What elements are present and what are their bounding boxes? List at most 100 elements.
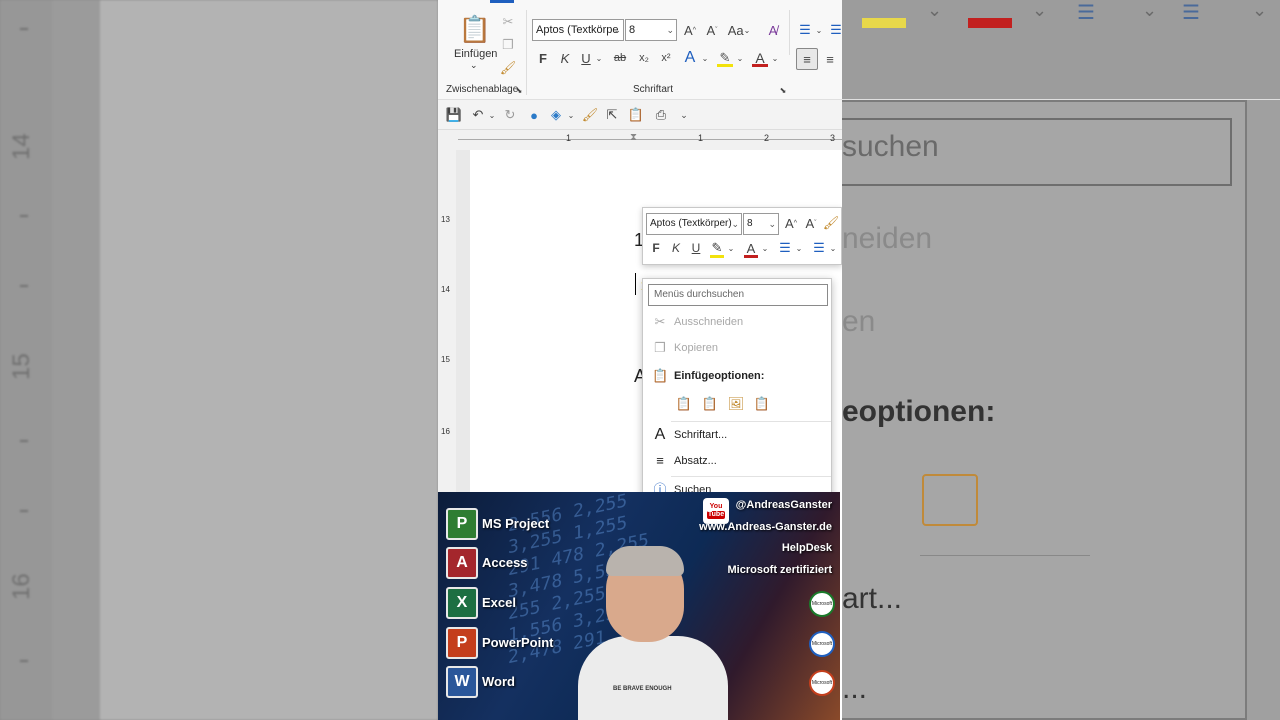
chevron-down-icon[interactable]: ⌄: [470, 60, 478, 71]
ruler-tick-label: 3: [830, 133, 836, 143]
shrink-font-icon[interactable]: Aˇ: [704, 20, 720, 40]
bold-button[interactable]: F: [536, 48, 550, 68]
paste-keep-formatting-icon[interactable]: 📋: [675, 394, 693, 414]
shrink-font-icon[interactable]: Aˇ: [803, 214, 819, 232]
ruler-tick-label: 14: [441, 285, 450, 294]
ruler-tick-label: 1: [698, 133, 704, 143]
font-name-combo[interactable]: Aptos (Textkörpe ⌄: [532, 19, 624, 41]
ruler-tick: [20, 28, 28, 30]
chevron-down-icon[interactable]: ⌄: [814, 20, 824, 40]
undo-icon[interactable]: ↶: [470, 106, 486, 124]
mini-underline-button[interactable]: U: [689, 239, 703, 257]
format-painter-icon[interactable]: 🖌: [500, 60, 517, 76]
mini-italic-button[interactable]: K: [669, 239, 683, 257]
app-entry: P PowerPoint: [446, 627, 616, 661]
chevron-down-icon[interactable]: ⌄: [487, 106, 497, 124]
shapes-icon[interactable]: ◈: [548, 106, 564, 124]
numbered-list-icon: ☰: [1182, 2, 1200, 24]
chevron-down-icon[interactable]: ⌄: [566, 106, 576, 124]
align-left-button[interactable]: ≡: [796, 48, 818, 70]
highlight-color-swatch: [862, 18, 906, 28]
copy-label: Kopieren: [674, 342, 719, 354]
circle-shape-icon[interactable]: ●: [526, 106, 542, 124]
save-icon[interactable]: 💾: [446, 106, 462, 124]
app-name: Access: [482, 555, 528, 570]
chevron-down-icon: ⌄: [666, 25, 674, 35]
font-size-combo[interactable]: 8 ⌄: [625, 19, 677, 41]
clipboard-icon[interactable]: 📋: [459, 14, 491, 44]
format-painter-icon[interactable]: 🖌: [582, 106, 599, 124]
clipboard-check-icon[interactable]: 📋: [628, 106, 644, 124]
chevron-down-icon[interactable]: ⌄: [828, 239, 838, 257]
subscript-button[interactable]: x₂: [636, 48, 652, 68]
numbered-list-icon[interactable]: ☰: [830, 20, 842, 40]
text-effects-icon[interactable]: A: [681, 48, 699, 68]
superscript-button[interactable]: x²: [658, 48, 674, 68]
presenter-video-overlay: 2,556 2,255 3,255 1,255 291 478 2,255 3,478…: [438, 492, 840, 720]
chevron-down-icon: ⌄: [1252, 0, 1268, 20]
cut-menu-item[interactable]: ✂ Ausschneiden: [643, 310, 833, 334]
paste-text-only-icon[interactable]: 📋: [753, 394, 771, 414]
chevron-down-icon[interactable]: ⌄: [594, 48, 604, 68]
text-cursor: [635, 273, 636, 295]
cut-label: Ausschneiden: [674, 316, 744, 328]
mini-bold-button[interactable]: F: [649, 239, 663, 257]
grow-font-icon[interactable]: A ^: [682, 20, 698, 40]
ms-project-logo: P: [446, 508, 478, 540]
ruler-tick: [20, 510, 28, 512]
select-pointer-icon[interactable]: ⇱: [604, 106, 620, 124]
format-painter-icon[interactable]: 🖌: [823, 214, 840, 232]
ruler-tick-label: 16: [441, 427, 450, 436]
indent-marker-icon[interactable]: ⧗: [630, 132, 637, 143]
scissors-icon[interactable]: ✂: [500, 14, 516, 30]
mini-font-size-combo[interactable]: 8 ⌄: [743, 213, 779, 235]
chevron-down-icon[interactable]: ⌄: [770, 48, 780, 68]
scissors-icon: ✂: [654, 314, 666, 329]
background-right: ⌄ ⌄ ☰ ⌄ ☰ ⌄ suchen neiden en eoptionen: …: [842, 0, 1280, 720]
dialog-launcher-icon[interactable]: ⬊: [514, 85, 524, 95]
grow-font-icon[interactable]: A ^: [783, 214, 799, 232]
mini-font-name-combo[interactable]: Aptos (Textkörper) ⌄: [646, 213, 742, 235]
paste-option-icon: [922, 474, 978, 526]
paragraph-menu-item[interactable]: ≡ Absatz...: [643, 449, 833, 473]
ruler-number: 16: [8, 573, 35, 600]
customize-toolbar-icon[interactable]: ⌄: [678, 106, 690, 124]
paste-picture-icon[interactable]: 🖼: [727, 394, 745, 414]
chevron-down-icon[interactable]: ⌄: [735, 48, 745, 68]
font-color-bar: [744, 255, 758, 258]
chevron-down-icon[interactable]: ⌄: [760, 239, 770, 257]
chevron-down-icon[interactable]: ⌄: [700, 48, 710, 68]
italic-button[interactable]: K: [558, 48, 572, 68]
chevron-down-icon[interactable]: ⌄: [726, 239, 736, 257]
numbered-list-icon[interactable]: ☰: [811, 239, 827, 257]
font-menu-item[interactable]: A Schriftart...: [643, 423, 833, 447]
active-tab-indicator: [490, 0, 514, 3]
clipboard-icon: 📋: [652, 368, 669, 383]
underline-button[interactable]: U: [579, 48, 593, 68]
app-entry: X Excel: [446, 587, 616, 621]
dialog-launcher-icon[interactable]: ⬊: [778, 85, 788, 95]
app-name: MS Project: [482, 516, 550, 531]
background-text: neiden: [842, 222, 933, 255]
copy-menu-item[interactable]: ❐ Kopieren: [643, 336, 833, 360]
print-icon[interactable]: ⎙: [652, 106, 670, 124]
bullet-list-icon[interactable]: ☰: [777, 239, 793, 257]
paste-button[interactable]: Einfügen: [454, 48, 497, 60]
ruler-tick: [20, 440, 28, 442]
context-menu: Menüs durchsuchen ✂ Ausschneiden ❐ Kopiere…: [642, 278, 832, 498]
paste-merge-formatting-icon[interactable]: 📋: [701, 394, 719, 414]
font-color-swatch: [968, 18, 1012, 28]
strikethrough-button[interactable]: ab: [611, 48, 629, 68]
change-case-button[interactable]: Aa ⌄: [728, 20, 751, 40]
bullet-list-icon[interactable]: ☰: [796, 20, 814, 40]
chevron-down-icon[interactable]: ⌄: [794, 239, 804, 257]
align-center-button[interactable]: ≡: [820, 48, 840, 70]
redo-icon[interactable]: ↻: [502, 106, 518, 124]
channel-handle: @AndreasGanster: [735, 499, 832, 511]
font-name-value: Aptos (Textkörpe: [536, 24, 619, 36]
copy-icon[interactable]: ❐: [500, 37, 516, 53]
separator: [920, 555, 1090, 556]
menu-search-input[interactable]: Menüs durchsuchen: [648, 284, 828, 306]
ruler-tick: [20, 215, 28, 217]
clear-formatting-icon[interactable]: A̸: [764, 20, 782, 40]
